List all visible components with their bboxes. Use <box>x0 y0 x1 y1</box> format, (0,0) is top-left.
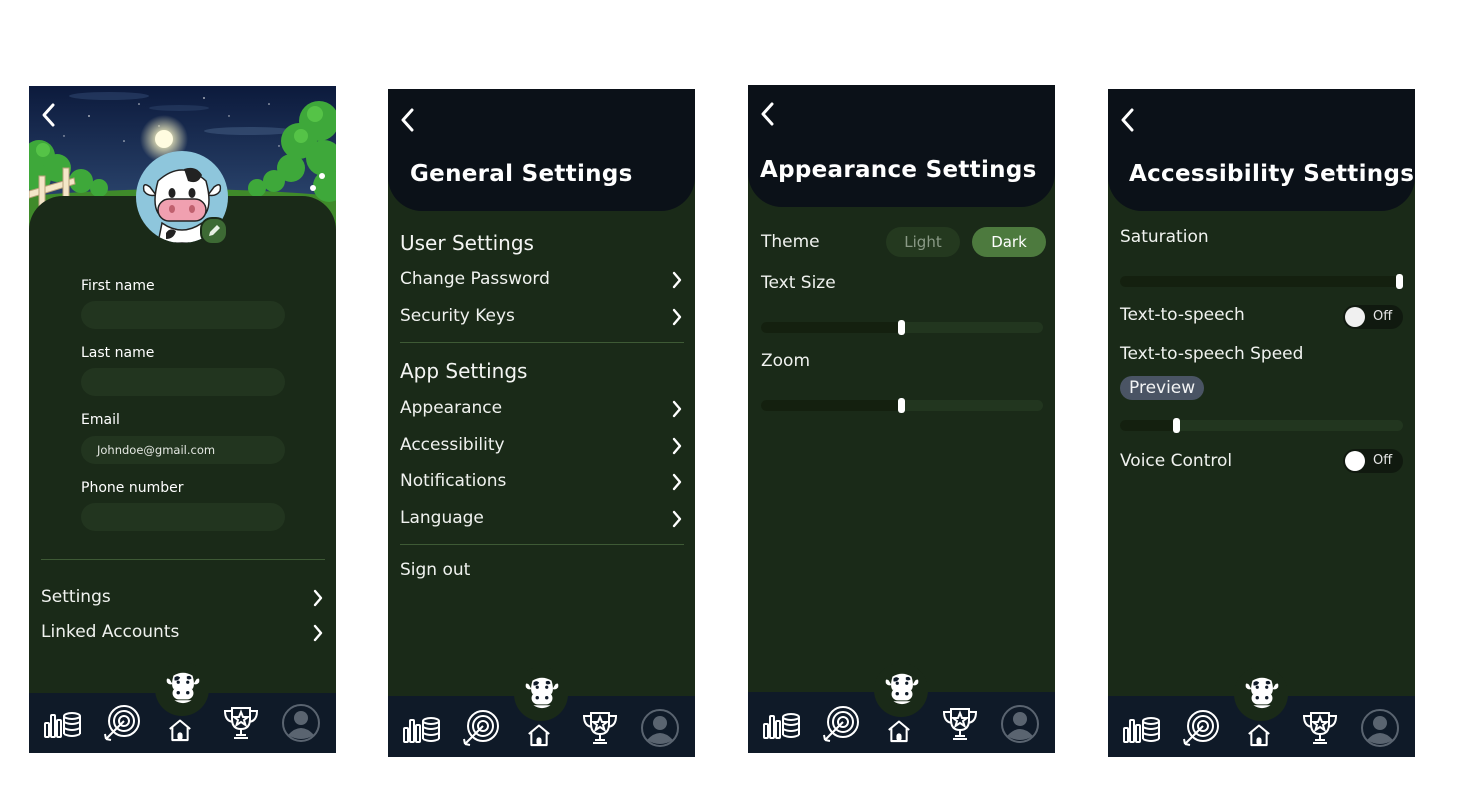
theme-light-option[interactable]: Light <box>886 227 960 257</box>
pencil-icon <box>209 225 220 236</box>
tts-toggle[interactable]: Off <box>1343 305 1403 329</box>
chevron-right-icon <box>671 270 683 290</box>
saturation-label: Saturation <box>1120 227 1209 247</box>
sign-out-button[interactable]: Sign out <box>400 560 470 580</box>
slider-fill <box>761 322 902 333</box>
chevron-right-icon <box>671 472 683 492</box>
profile-screen: First name Last name Email Johndoe@gmail… <box>29 86 336 753</box>
last-name-input[interactable] <box>81 368 285 396</box>
header <box>748 85 1055 207</box>
target-icon[interactable] <box>1181 708 1221 748</box>
chevron-right-icon <box>671 509 683 529</box>
text-size-slider-thumb[interactable] <box>898 320 905 335</box>
cow-icon[interactable] <box>523 673 561 711</box>
chevron-right-icon <box>671 307 683 327</box>
user-settings-heading: User Settings <box>400 231 534 255</box>
last-name-label: Last name <box>81 345 155 361</box>
stats-icon[interactable] <box>401 708 441 748</box>
voice-toggle-state: Off <box>1373 453 1393 468</box>
chevron-right-icon <box>312 623 324 643</box>
first-name-input[interactable] <box>81 301 285 329</box>
app-settings-heading: App Settings <box>400 359 528 383</box>
trophy-icon[interactable] <box>940 704 980 744</box>
header <box>1108 89 1415 211</box>
stats-icon[interactable] <box>42 703 82 743</box>
edit-avatar-button[interactable] <box>200 217 228 245</box>
appearance-label: Appearance <box>400 398 503 418</box>
divider <box>400 342 684 343</box>
theme-dark-option[interactable]: Dark <box>972 227 1046 257</box>
settings-label: Settings <box>41 587 111 607</box>
phone-input[interactable] <box>81 503 285 531</box>
cow-icon[interactable] <box>164 668 202 706</box>
voice-control-label: Voice Control <box>1120 451 1233 471</box>
back-button[interactable] <box>1116 105 1140 135</box>
first-name-label: First name <box>81 278 155 294</box>
slider-fill <box>1120 276 1403 287</box>
home-icon[interactable] <box>163 712 197 746</box>
tts-speed-label: Text-to-speech Speed <box>1120 344 1304 364</box>
appearance-settings-screen: Appearance Settings Theme Light Dark Tex… <box>748 85 1055 753</box>
cow-icon[interactable] <box>883 669 921 707</box>
target-icon[interactable] <box>461 708 501 748</box>
accessibility-settings-screen: Accessibility Settings Saturation Text-t… <box>1108 89 1415 757</box>
page-title: Accessibility Settings <box>1129 161 1415 187</box>
stats-icon[interactable] <box>1121 708 1161 748</box>
toggle-knob <box>1345 451 1365 471</box>
notifications-label: Notifications <box>400 471 507 491</box>
cow-icon[interactable] <box>1243 673 1281 711</box>
voice-control-toggle[interactable]: Off <box>1343 449 1403 473</box>
page-title: General Settings <box>410 161 633 187</box>
tts-speed-slider-thumb[interactable] <box>1173 418 1180 433</box>
trophy-icon[interactable] <box>221 703 261 743</box>
toggle-knob <box>1345 307 1365 327</box>
general-settings-screen: General Settings User Settings Change Pa… <box>388 89 695 757</box>
tts-toggle-state: Off <box>1373 309 1393 324</box>
theme-label: Theme <box>761 232 820 252</box>
trophy-icon[interactable] <box>580 708 620 748</box>
tts-speed-slider[interactable] <box>1120 420 1403 431</box>
zoom-slider-thumb[interactable] <box>898 398 905 413</box>
target-icon[interactable] <box>821 704 861 744</box>
back-button[interactable] <box>396 105 420 135</box>
divider <box>400 544 684 545</box>
preview-button[interactable]: Preview <box>1120 376 1205 400</box>
email-input[interactable]: Johndoe@gmail.com <box>81 436 285 464</box>
page-title: Appearance Settings <box>760 157 1037 183</box>
back-button[interactable] <box>37 100 61 130</box>
chevron-right-icon <box>671 436 683 456</box>
profile-icon[interactable] <box>640 708 680 748</box>
home-icon[interactable] <box>882 713 916 747</box>
chevron-right-icon <box>671 399 683 419</box>
profile-icon[interactable] <box>1000 704 1040 744</box>
back-button[interactable] <box>756 99 780 129</box>
profile-icon[interactable] <box>281 703 321 743</box>
linked-accounts-label: Linked Accounts <box>41 622 180 642</box>
saturation-slider-thumb[interactable] <box>1396 274 1403 289</box>
home-icon[interactable] <box>1242 717 1276 751</box>
saturation-slider[interactable] <box>1120 276 1403 287</box>
phone-label: Phone number <box>81 480 184 496</box>
header <box>388 89 695 211</box>
language-label: Language <box>400 508 484 528</box>
security-keys-label: Security Keys <box>400 306 515 326</box>
slider-fill <box>1120 420 1177 431</box>
email-label: Email <box>81 412 120 428</box>
zoom-label: Zoom <box>761 351 811 371</box>
tts-label: Text-to-speech <box>1120 305 1245 325</box>
trophy-icon[interactable] <box>1300 708 1340 748</box>
stats-icon[interactable] <box>761 704 801 744</box>
accessibility-label: Accessibility <box>400 435 505 455</box>
change-password-label: Change Password <box>400 269 550 289</box>
profile-icon[interactable] <box>1360 708 1400 748</box>
slider-fill <box>761 400 902 411</box>
target-icon[interactable] <box>102 703 142 743</box>
divider <box>41 559 325 560</box>
text-size-label: Text Size <box>761 273 836 293</box>
chevron-right-icon <box>312 588 324 608</box>
home-icon[interactable] <box>522 717 556 751</box>
